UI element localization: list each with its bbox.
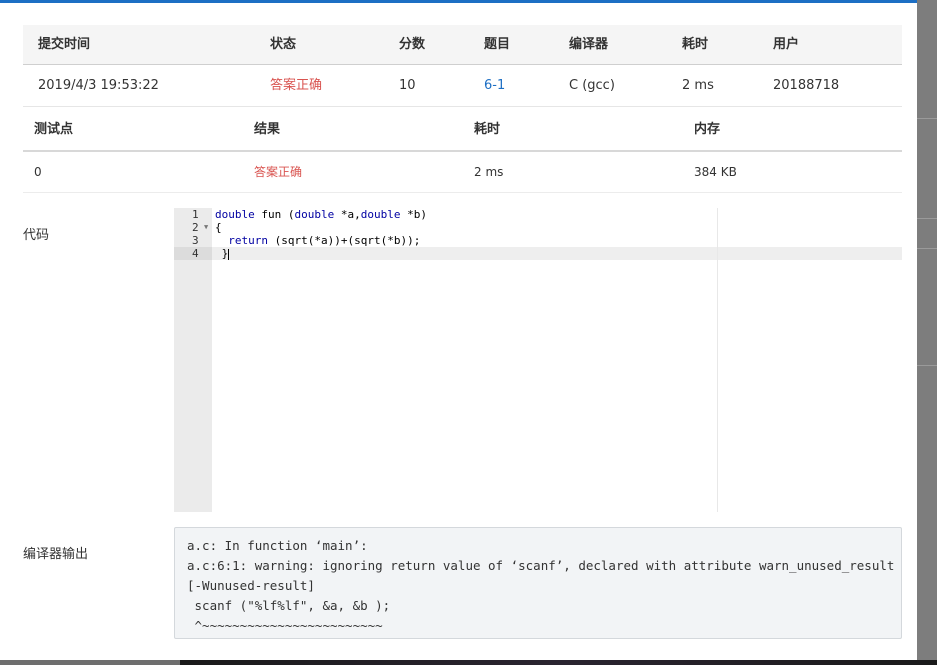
header-score: 分数 bbox=[399, 37, 426, 52]
submission-table-header: 提交时间 状态 分数 题目 编译器 耗时 用户 bbox=[23, 25, 902, 65]
code-line: { bbox=[215, 221, 222, 234]
testpoint-result: 答案正确 bbox=[254, 165, 303, 179]
fold-arrow-icon[interactable]: ▼ bbox=[204, 221, 208, 234]
code-label: 代码 bbox=[23, 228, 50, 243]
status-badge: 答案正确 bbox=[270, 78, 323, 93]
header-time: 耗时 bbox=[474, 122, 501, 137]
output-line: ^~~~~~~~~~~~~~~~~~~~~~~~~ bbox=[187, 618, 383, 633]
line-number: 3 bbox=[192, 234, 199, 247]
code-line: double fun (double *a,double *b) bbox=[215, 208, 427, 221]
table-row: 2019/4/3 19:53:22 答案正确 10 6-1 C (gcc) 2 … bbox=[23, 65, 902, 107]
header-memory: 内存 bbox=[694, 122, 721, 137]
output-line: a.c:6:1: warning: ignoring return value … bbox=[187, 558, 895, 573]
score: 10 bbox=[399, 78, 416, 93]
header-duration: 耗时 bbox=[682, 37, 709, 52]
submission-detail-modal: 提交时间 状态 分数 题目 编译器 耗时 用户 2019/4/3 19:53:2… bbox=[0, 0, 917, 660]
compiler-output: a.c: In function ‘main’: a.c:6:1: warnin… bbox=[174, 527, 902, 639]
submit-time: 2019/4/3 19:53:22 bbox=[38, 78, 159, 93]
output-line: a.c: In function ‘main’: bbox=[187, 538, 368, 553]
header-submit-time: 提交时间 bbox=[38, 37, 91, 52]
print-margin bbox=[717, 208, 718, 512]
text-cursor bbox=[228, 248, 230, 260]
editor-gutter: 1 2 ▼ 3 4 bbox=[174, 208, 212, 512]
user: 20188718 bbox=[773, 78, 840, 93]
testpoint-id: 0 bbox=[34, 165, 42, 179]
output-line: scanf ("%lf%lf", &a, &b ); bbox=[187, 598, 391, 613]
submission-table: 提交时间 状态 分数 题目 编译器 耗时 用户 2019/4/3 19:53:2… bbox=[23, 25, 902, 107]
active-line-highlight bbox=[212, 247, 902, 260]
header-testpoint: 测试点 bbox=[34, 122, 74, 137]
line-number: 2 ▼ bbox=[192, 221, 209, 234]
header-result: 结果 bbox=[254, 122, 281, 137]
testpoint-time: 2 ms bbox=[474, 165, 504, 179]
code-line: return (sqrt(*a))+(sqrt(*b)); bbox=[228, 234, 421, 247]
header-user: 用户 bbox=[773, 37, 800, 52]
header-compiler: 编译器 bbox=[569, 37, 609, 52]
testpoint-memory: 384 KB bbox=[694, 165, 737, 179]
compiler: C (gcc) bbox=[569, 78, 615, 93]
header-status: 状态 bbox=[270, 37, 297, 52]
header-problem: 题目 bbox=[484, 37, 511, 52]
output-line: [-Wunused-result] bbox=[187, 578, 315, 593]
compiler-output-label: 编译器输出 bbox=[23, 547, 89, 562]
testpoint-table-header: 测试点 结果 耗时 内存 bbox=[23, 108, 902, 152]
code-editor[interactable]: 1 2 ▼ 3 4 double fun (double *a,double *b… bbox=[174, 208, 902, 512]
code-line: } bbox=[215, 247, 230, 260]
line-number: 1 bbox=[192, 208, 199, 221]
problem-link[interactable]: 6-1 bbox=[484, 65, 505, 107]
backdrop-right bbox=[917, 0, 937, 665]
line-number: 4 bbox=[174, 247, 212, 260]
duration: 2 ms bbox=[682, 78, 714, 93]
backdrop-bottom bbox=[0, 660, 937, 665]
table-row: 0 答案正确 2 ms 384 KB bbox=[23, 152, 902, 193]
testpoint-table: 测试点 结果 耗时 内存 0 答案正确 2 ms 384 KB bbox=[23, 108, 902, 193]
